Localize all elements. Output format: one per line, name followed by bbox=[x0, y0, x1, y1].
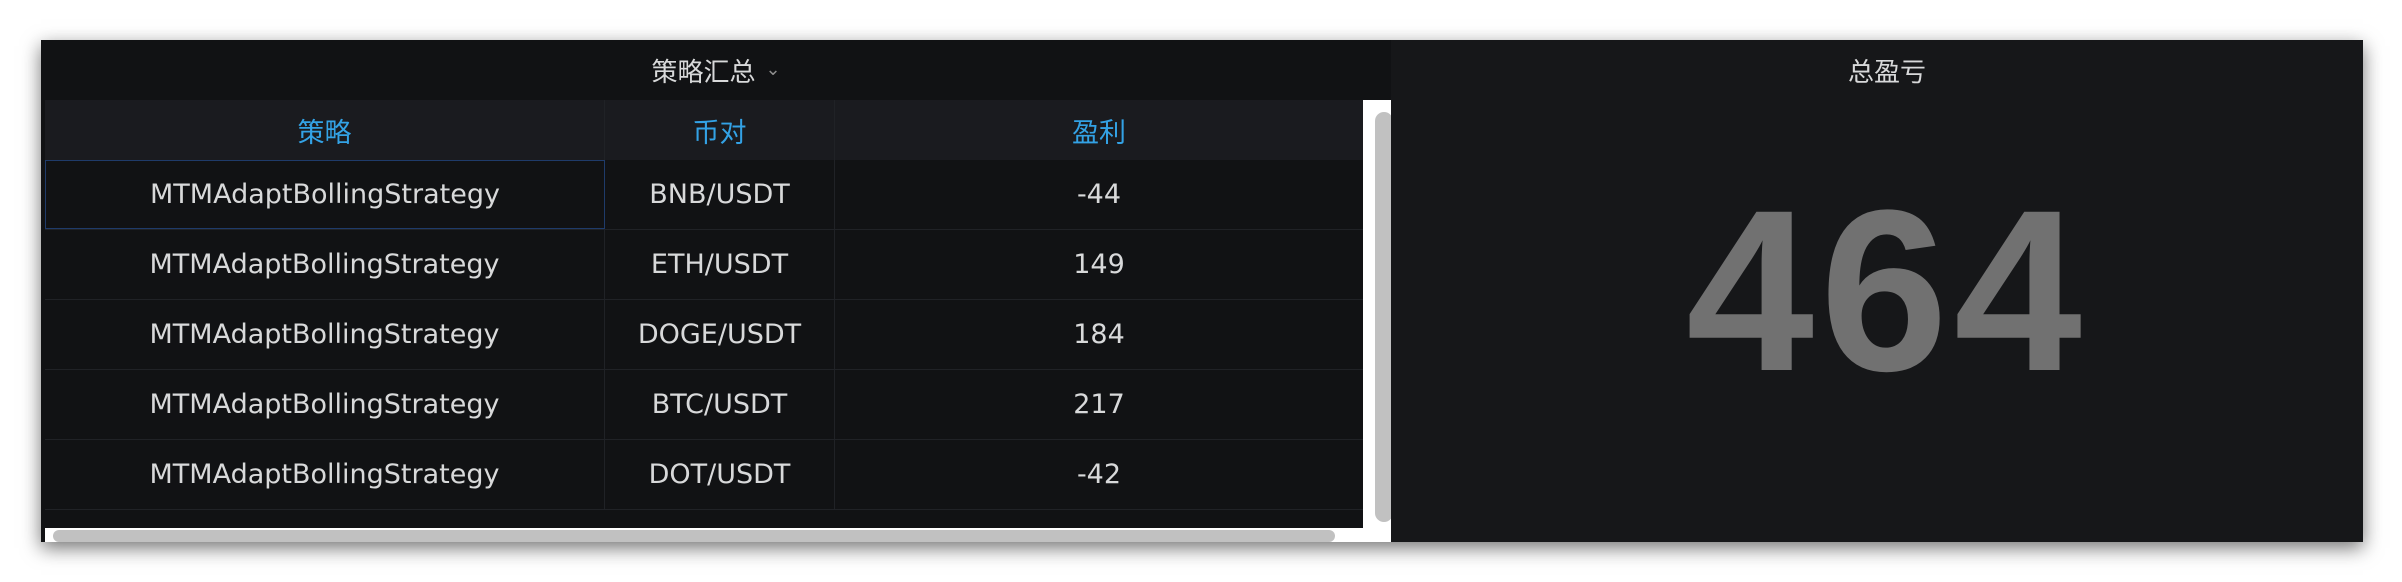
cell-pair[interactable]: BTC/USDT bbox=[605, 370, 835, 439]
strategy-table: 策略 币对 盈利 MTMAdaptBollingStrategy BNB/USD… bbox=[45, 100, 1391, 542]
table-header: 策略 币对 盈利 bbox=[45, 100, 1363, 160]
cell-profit[interactable]: -44 bbox=[835, 160, 1363, 229]
dashboard: 策略汇总 ⌄ 策略 币对 盈利 MTMAdaptBollingStrategy … bbox=[41, 40, 2363, 542]
cell-pair[interactable]: DOT/USDT bbox=[605, 440, 835, 509]
cell-profit[interactable]: 149 bbox=[835, 230, 1363, 299]
vertical-scrollbar-thumb[interactable] bbox=[1375, 112, 1391, 522]
column-header-strategy[interactable]: 策略 bbox=[45, 100, 605, 160]
cell-strategy[interactable]: MTMAdaptBollingStrategy bbox=[45, 300, 605, 369]
chevron-down-icon[interactable]: ⌄ bbox=[765, 61, 780, 79]
horizontal-scrollbar-thumb[interactable] bbox=[53, 530, 1335, 542]
strategy-summary-panel: 策略汇总 ⌄ 策略 币对 盈利 MTMAdaptBollingStrategy … bbox=[41, 40, 1391, 542]
strategy-table-body: 策略 币对 盈利 MTMAdaptBollingStrategy BNB/USD… bbox=[45, 100, 1363, 528]
table-row[interactable]: MTMAdaptBollingStrategy BNB/USDT -44 bbox=[45, 160, 1363, 230]
cell-pair[interactable]: DOGE/USDT bbox=[605, 300, 835, 369]
cell-pair[interactable]: ETH/USDT bbox=[605, 230, 835, 299]
strategy-summary-panel-title: 策略汇总 bbox=[651, 57, 756, 88]
table-row[interactable]: MTMAdaptBollingStrategy ETH/USDT 149 bbox=[45, 230, 1363, 300]
total-pnl-value: 464 bbox=[1686, 161, 2088, 419]
column-header-profit[interactable]: 盈利 bbox=[835, 100, 1363, 160]
cell-profit[interactable]: 217 bbox=[835, 370, 1363, 439]
table-row[interactable]: MTMAdaptBollingStrategy DOT/USDT -42 bbox=[45, 440, 1363, 510]
column-header-pair[interactable]: 币对 bbox=[605, 100, 835, 160]
cell-strategy[interactable]: MTMAdaptBollingStrategy bbox=[45, 230, 605, 299]
table-row[interactable]: MTMAdaptBollingStrategy DOGE/USDT 184 bbox=[45, 300, 1363, 370]
total-pnl-panel: 总盈亏 464 bbox=[1411, 40, 2363, 542]
cell-profit[interactable]: 184 bbox=[835, 300, 1363, 369]
cell-strategy[interactable]: MTMAdaptBollingStrategy bbox=[45, 370, 605, 439]
cell-profit[interactable]: -42 bbox=[835, 440, 1363, 509]
cell-strategy[interactable]: MTMAdaptBollingStrategy bbox=[45, 160, 605, 229]
cell-strategy[interactable]: MTMAdaptBollingStrategy bbox=[45, 440, 605, 509]
cell-pair[interactable]: BNB/USDT bbox=[605, 160, 835, 229]
total-pnl-panel-title[interactable]: 总盈亏 bbox=[1411, 40, 2363, 100]
strategy-summary-panel-header[interactable]: 策略汇总 ⌄ bbox=[41, 40, 1391, 100]
table-row[interactable]: MTMAdaptBollingStrategy BTC/USDT 217 bbox=[45, 370, 1363, 440]
